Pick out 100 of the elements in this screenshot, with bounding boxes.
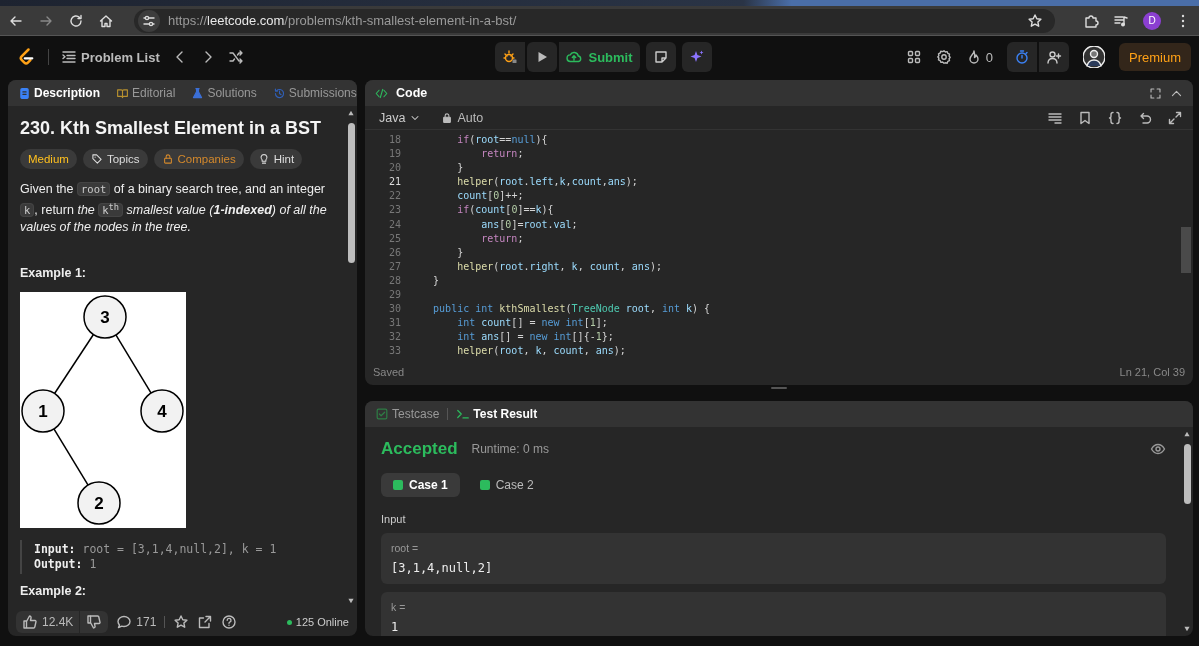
list-icon: [61, 49, 77, 65]
scroll-up-icon[interactable]: [347, 110, 355, 116]
like-button[interactable]: 12.4K: [16, 611, 80, 633]
comments-link[interactable]: 171: [116, 614, 157, 630]
code-line: }: [456, 245, 465, 260]
panel-tab[interactable]: Editorial: [116, 86, 176, 100]
scrollbar-thumb[interactable]: [1181, 227, 1191, 273]
difficulty-tag[interactable]: Medium: [20, 149, 77, 169]
bookmark-icon[interactable]: [1077, 109, 1093, 126]
scrollbar-thumb[interactable]: [347, 123, 355, 263]
line-number: 18: [387, 133, 401, 147]
invite-button[interactable]: [1039, 42, 1069, 72]
debug-button[interactable]: [495, 42, 526, 72]
resize-handle[interactable]: [771, 387, 787, 389]
premium-button[interactable]: Premium: [1119, 43, 1191, 71]
tree-node: 1: [21, 388, 65, 433]
avatar-icon[interactable]: [1083, 46, 1105, 68]
code-line: helper(root.right, k, count, ans);: [456, 259, 663, 274]
input-heading: Input: [381, 513, 407, 525]
dislike-button[interactable]: [80, 611, 109, 633]
example-heading: Example 1:: [20, 265, 87, 280]
profile-avatar[interactable]: D: [1143, 11, 1161, 30]
code-line: int ans[] = new int[]{-1};: [456, 330, 615, 345]
line-number: 31: [387, 316, 401, 331]
comment-icon: [116, 614, 133, 630]
favorite-star-icon[interactable]: [173, 614, 190, 630]
reload-icon[interactable]: [68, 12, 84, 29]
panel-title: Code: [396, 86, 428, 100]
tree-edge: [53, 333, 95, 394]
scroll-down-icon[interactable]: [1183, 626, 1191, 632]
line-number: 29: [387, 288, 401, 303]
code-line: }: [456, 161, 465, 176]
code-line: public int kthSmallest(TreeNode root, int k) {: [432, 302, 712, 317]
notes-button[interactable]: [645, 42, 676, 72]
bookmark-star-icon[interactable]: [1027, 12, 1043, 29]
tag-button[interactable]: Topics: [82, 149, 148, 169]
panel-tab[interactable]: Submissions: [272, 86, 357, 100]
line-number: 25: [387, 231, 401, 246]
line-number: 22: [387, 189, 401, 204]
home-icon[interactable]: [98, 12, 114, 29]
line-number: 32: [387, 330, 401, 345]
case-tab[interactable]: Case 2: [467, 473, 546, 497]
address-bar[interactable]: https://leetcode.com/problems/kth-smallest-element-in-a-bst/: [134, 8, 1055, 33]
panel-tab[interactable]: Description: [18, 86, 100, 100]
panel-tab[interactable]: Testcase: [375, 407, 440, 421]
streak-counter[interactable]: 0: [965, 49, 993, 65]
note-icon: [652, 49, 669, 65]
lightbulb-icon: [257, 153, 270, 165]
input-name: k =: [391, 601, 407, 613]
thumbs-up-icon: [22, 614, 38, 630]
layout-icon[interactable]: [905, 49, 922, 65]
panel-tab[interactable]: Test Result: [456, 407, 538, 421]
code-line: helper(root, k, count, ans);: [456, 344, 627, 359]
tag-button[interactable]: Companies: [153, 149, 244, 169]
fullscreen-icon[interactable]: [1149, 86, 1162, 100]
braces-icon[interactable]: [1107, 109, 1123, 126]
runtime-label: Runtime: 0 ms: [471, 442, 549, 456]
help-icon[interactable]: [221, 614, 238, 630]
panel-tab[interactable]: Solutions: [191, 86, 257, 100]
shuffle-icon[interactable]: [227, 49, 244, 65]
tag-button[interactable]: Hint: [249, 149, 303, 169]
eye-icon[interactable]: [1150, 441, 1166, 457]
run-button[interactable]: [527, 42, 558, 72]
tree-node: 3: [83, 294, 127, 339]
line-number: 28: [387, 273, 401, 288]
language-dropdown[interactable]: Java: [373, 109, 428, 126]
site-settings-icon[interactable]: [138, 9, 160, 32]
tree-node: 4: [140, 388, 184, 433]
url-text: https://leetcode.com/problems/kth-smallest-element-in-a-bst/: [168, 13, 518, 28]
share-icon[interactable]: [197, 614, 214, 630]
mode-label: Auto: [457, 110, 484, 125]
code-line: if(root==null){: [456, 133, 549, 147]
tree-edge: [53, 427, 89, 486]
line-number: 33: [387, 344, 401, 359]
line-number: 23: [387, 203, 401, 218]
problem-statement: Given the root of a binary search tree, and an integer k , return the k$^{th}$ smallest value (1-indexed) of all the values of the nodes in the tree.: [20, 181, 328, 236]
scrollbar-thumb[interactable]: [1183, 444, 1191, 504]
submit-button[interactable]: Submit: [559, 42, 640, 72]
cloud-upload-icon: [566, 49, 583, 65]
case-tab[interactable]: Case 1: [381, 473, 460, 497]
lock-icon: [161, 153, 174, 165]
checkbox-icon: [375, 407, 389, 421]
example-heading: Example 2:: [20, 583, 87, 598]
expand-icon[interactable]: [1167, 109, 1183, 126]
example-line: Input: root = [3,1,4,null,2], k = 1: [34, 541, 278, 557]
assistant-button[interactable]: [681, 42, 712, 72]
timer-button[interactable]: [1007, 42, 1037, 72]
save-status: Saved: [373, 366, 405, 378]
scroll-down-icon[interactable]: [347, 598, 355, 604]
extensions-icon[interactable]: [1083, 12, 1099, 29]
example-line: Output: 1: [34, 556, 98, 572]
code-line: ans[0]=root.val;: [480, 217, 579, 232]
input-value: 1: [391, 620, 400, 634]
stopwatch-icon: [1014, 49, 1030, 65]
settings-icon[interactable]: [935, 49, 952, 65]
bug-icon: [502, 49, 519, 65]
scroll-up-icon[interactable]: [1183, 431, 1191, 437]
line-number: 30: [387, 302, 401, 317]
problem-list-link[interactable]: Problem List: [61, 49, 160, 65]
code-line: return;: [480, 147, 525, 162]
